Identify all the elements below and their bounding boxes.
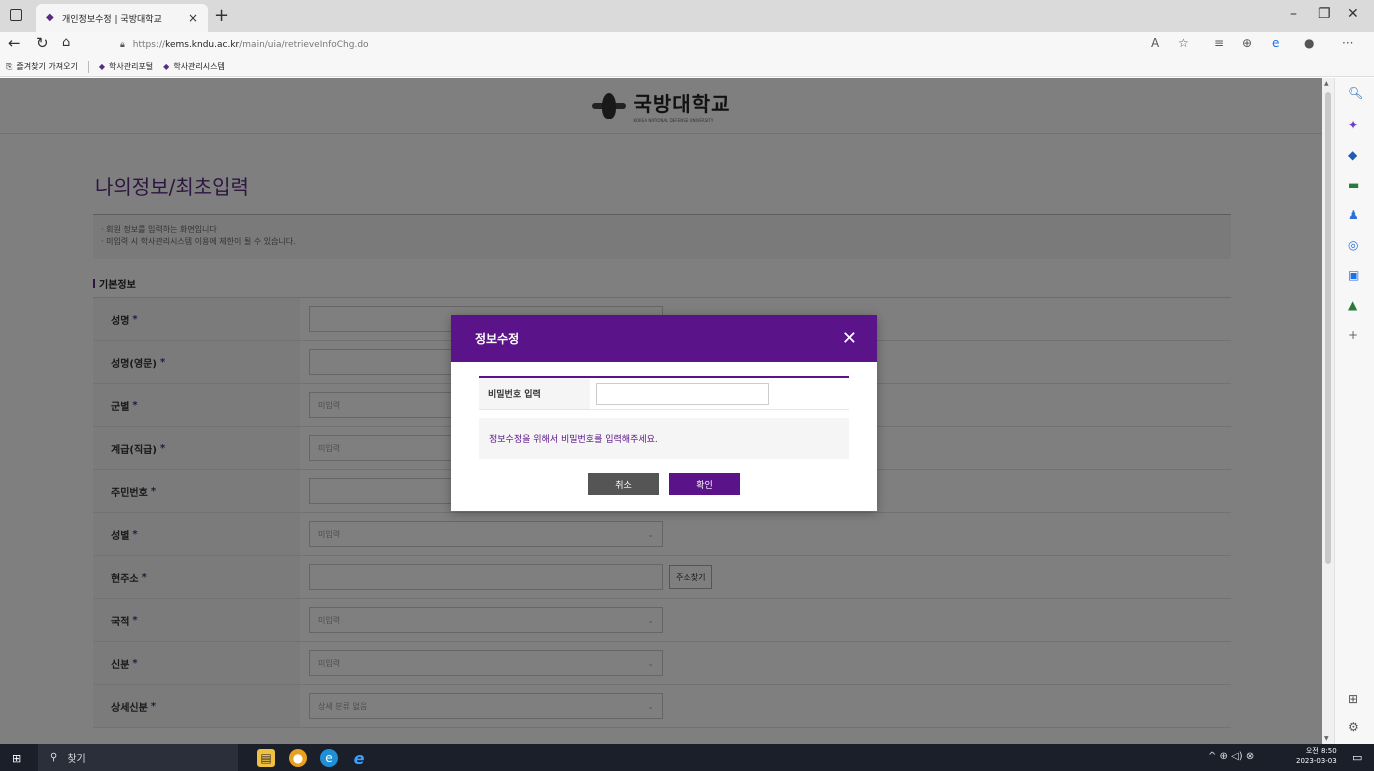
sidebar-panel-icon[interactable]: ⊞ xyxy=(1348,692,1358,706)
tools-icon[interactable]: ▬ xyxy=(1348,178,1359,192)
minimize-icon[interactable]: – xyxy=(1290,6,1297,22)
clock-date: 2023-03-03 xyxy=(1296,757,1337,765)
url-path: /main/uia/retrieveInfoChg.do xyxy=(239,39,369,50)
more-icon[interactable]: ··· xyxy=(1342,36,1353,50)
window-close-icon[interactable]: ✕ xyxy=(1347,6,1359,22)
browser-tab[interactable]: ◆ 개인정보수정 | 국방대학교 × xyxy=(36,4,208,32)
copilot-icon[interactable]: ✦ xyxy=(1348,118,1358,132)
settings-gear-icon[interactable]: ⚙ xyxy=(1348,720,1359,734)
url-host: kems.kndu.ac.kr xyxy=(165,39,240,50)
url-field[interactable]: 🔒︎ https:// kems.kndu.ac.kr /main/uia/re… xyxy=(120,35,1120,54)
confirm-button[interactable]: 확인 xyxy=(669,473,740,495)
password-input[interactable] xyxy=(596,382,769,405)
clock-time: 오전 8:50 xyxy=(1305,747,1337,755)
search-icon: ⚲ xyxy=(50,752,58,763)
kndu-favicon-icon: ◆ xyxy=(46,12,54,23)
shopping-tag-icon[interactable]: ◆ xyxy=(1348,148,1357,162)
edit-info-dialog: 정보수정 ✕ 비밀번호 입력 정보수정을 위해서 비밀번호를 입력해주세요. 취… xyxy=(451,315,877,511)
internet-explorer-icon[interactable]: e xyxy=(350,749,368,768)
windows-start-icon[interactable]: ⊞ xyxy=(12,752,21,765)
tab-close-icon[interactable]: × xyxy=(188,11,198,25)
bookmark-system[interactable]: ◆ 학사관리시스템 xyxy=(163,61,225,72)
scroll-up-icon[interactable]: ▲ xyxy=(1324,80,1329,87)
bookmarks-bar: ⎘ 즐겨찾기 가져오기 ◆ 학사관리포털 ◆ 학사관리시스템 xyxy=(0,57,1374,77)
new-tab-icon[interactable]: + xyxy=(214,5,229,26)
scroll-down-icon[interactable]: ▼ xyxy=(1324,735,1329,742)
dialog-message: 정보수정을 위해서 비밀번호를 입력해주세요. xyxy=(479,418,849,459)
back-icon[interactable]: ← xyxy=(8,34,21,52)
url-prefix: https:// xyxy=(132,39,166,50)
favorites-list-icon[interactable]: ≡ xyxy=(1214,36,1224,50)
collections-icon[interactable]: ⊕ xyxy=(1242,36,1252,50)
edge-bar-icon[interactable]: e xyxy=(1272,36,1279,50)
tab-actions-icon[interactable] xyxy=(10,9,22,21)
dialog-body: 비밀번호 입력 정보수정을 위해서 비밀번호를 입력해주세요. 취소 확인 xyxy=(451,362,877,495)
home-icon[interactable]: ⌂ xyxy=(62,35,70,50)
games-icon[interactable]: ♟ xyxy=(1348,208,1359,222)
page-scrollbar[interactable]: ▲ ▼ xyxy=(1322,78,1334,744)
edge-sidebar: 🔍︎ ✦ ◆ ▬ ♟ ◎ ▣ ▲ + ⊞ ⚙ xyxy=(1334,78,1374,744)
bookmark-separator xyxy=(87,60,89,73)
favorite-star-icon[interactable]: ☆ xyxy=(1178,36,1189,50)
scroll-thumb[interactable] xyxy=(1325,92,1331,564)
notification-icon[interactable]: ▭ xyxy=(1352,751,1362,764)
dialog-buttons: 취소 확인 xyxy=(479,473,849,495)
edge-icon[interactable]: e xyxy=(320,749,338,767)
outlook-icon[interactable]: ▣ xyxy=(1348,268,1359,282)
taskbar-search-label: 찾기 xyxy=(67,754,86,765)
address-bar: ← ↻ ⌂ 🔒︎ https:// kems.kndu.ac.kr /main/… xyxy=(0,32,1374,57)
restore-icon[interactable]: ❐ xyxy=(1318,6,1331,22)
profile-icon[interactable]: ● xyxy=(1304,36,1314,50)
refresh-icon[interactable]: ↻ xyxy=(36,34,49,52)
dialog-header: 정보수정 ✕ xyxy=(451,315,877,362)
password-label: 비밀번호 입력 xyxy=(479,378,590,409)
system-tray-icons[interactable]: ^ ⊕ ◁) ⊗ xyxy=(1208,751,1254,762)
file-explorer-icon[interactable]: ▤ xyxy=(257,749,275,767)
kndu-favicon-icon: ◆ xyxy=(163,62,170,71)
tree-icon[interactable]: ▲ xyxy=(1348,298,1357,312)
dialog-title: 정보수정 xyxy=(475,332,520,346)
taskbar-search[interactable]: ⚲ 찾기 xyxy=(38,744,238,771)
browser-tab-bar: ◆ 개인정보수정 | 국방대학교 × + – ❐ ✕ xyxy=(0,0,1374,32)
taskbar-clock[interactable]: 오전 8:50 2023-03-03 xyxy=(1296,746,1337,766)
tab-title: 개인정보수정 | 국방대학교 xyxy=(62,14,162,25)
password-row: 비밀번호 입력 xyxy=(479,376,849,410)
cancel-button[interactable]: 취소 xyxy=(588,473,659,495)
dialog-close-icon[interactable]: ✕ xyxy=(842,328,857,349)
office-icon[interactable]: ◎ xyxy=(1348,238,1358,252)
add-icon[interactable]: + xyxy=(1348,328,1358,342)
lock-icon: 🔒︎ xyxy=(120,39,125,50)
bookmark-portal[interactable]: ◆ 학사관리포털 xyxy=(99,61,153,72)
bookmark-import[interactable]: ⎘ 즐겨찾기 가져오기 xyxy=(6,61,78,72)
search-icon[interactable]: 🔍︎ xyxy=(1348,86,1363,100)
chrome-icon[interactable]: ● xyxy=(289,749,307,767)
kndu-favicon-icon: ◆ xyxy=(98,62,105,71)
import-icon: ⎘ xyxy=(6,61,13,71)
windows-taskbar: ⊞ ⚲ 찾기 ▤ ● e e ^ ⊕ ◁) ⊗ 오전 8:50 2023-03-… xyxy=(0,744,1374,771)
read-aloud-icon[interactable]: A xyxy=(1151,36,1159,50)
